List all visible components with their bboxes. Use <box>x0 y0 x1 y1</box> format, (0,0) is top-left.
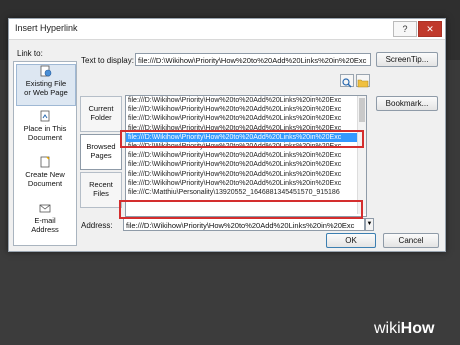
list-item[interactable]: file:///D:\Wikihow\Priority\How%20to%20A… <box>126 96 366 105</box>
list-item[interactable]: file:///D:\Wikihow\Priority\How%20to%20A… <box>126 160 366 169</box>
document-anchor-icon <box>40 110 50 122</box>
list-item[interactable]: file:///D:\Wikihow\Priority\How%20to%20A… <box>126 124 366 133</box>
list-item-selected[interactable]: file:///D:\Wikihow\Priority\How%20to%20A… <box>126 132 366 142</box>
link-existing-file[interactable]: Existing File or Web Page <box>16 64 76 106</box>
cancel-button[interactable]: Cancel <box>383 233 439 248</box>
link-create-line2: Document <box>27 179 63 188</box>
chevron-down-icon: ▼ <box>366 221 373 227</box>
ok-button[interactable]: OK <box>326 233 376 248</box>
address-input[interactable]: file:///D:\Wikihow\Priority\How%20to%20A… <box>123 218 365 231</box>
link-place-in-document[interactable]: Place in This Document <box>16 110 74 148</box>
browsed-pages-list[interactable]: file:///D:\Wikihow\Priority\How%20to%20A… <box>125 95 367 217</box>
link-create-new-document[interactable]: Create New Document <box>16 156 74 194</box>
link-existing-file-line2: or Web Page <box>24 88 68 97</box>
browsed-pages-line2: Pages <box>90 151 112 160</box>
link-place-line2: Document <box>27 133 63 142</box>
recent-files-button[interactable]: Recent Files <box>80 172 122 208</box>
dialog-titlebar: Insert Hyperlink ? ✕ <box>9 19 445 40</box>
link-to-sidebar: Existing File or Web Page Place in This … <box>13 61 77 246</box>
list-item[interactable]: file:///C:\Matthiu\Personality\13920552_… <box>126 188 366 197</box>
globe-page-icon <box>40 65 52 77</box>
list-scrollbar[interactable] <box>357 96 366 214</box>
link-to-label: Link to: <box>17 49 43 58</box>
address-dropdown[interactable]: ▼ <box>365 218 374 231</box>
recent-files-line1: Recent <box>89 180 113 189</box>
list-item[interactable]: file:///D:\Wikihow\Priority\How%20to%20A… <box>126 179 366 188</box>
list-item[interactable]: file:///D:\Wikihow\Priority\How%20to%20A… <box>126 170 366 179</box>
list-item[interactable]: file:///D:\Wikihow\Priority\How%20to%20A… <box>126 142 366 151</box>
bookmark-button[interactable]: Bookmark... <box>376 96 438 111</box>
browse-web-button[interactable] <box>340 74 354 88</box>
dialog-title: Insert Hyperlink <box>15 23 78 33</box>
recent-files-line2: Files <box>93 189 109 198</box>
scrollbar-thumb[interactable] <box>359 98 365 122</box>
browsed-pages-line1: Browsed <box>86 142 116 151</box>
link-existing-file-line1: Existing File <box>25 79 67 88</box>
text-to-display-input[interactable]: file:///D:\Wikihow\Priority\How%20to%20A… <box>135 53 371 66</box>
current-folder-line2: Folder <box>90 113 112 122</box>
link-email-line2: Address <box>31 225 59 234</box>
browsed-pages-button[interactable]: Browsed Pages <box>80 134 122 170</box>
folder-icon <box>357 79 369 88</box>
wikihow-watermark: wikiHow <box>374 320 434 338</box>
current-folder-line1: Current <box>88 104 114 113</box>
screentip-button[interactable]: ScreenTip... <box>376 52 438 67</box>
insert-hyperlink-dialog: Insert Hyperlink ? ✕ Link to: Existing F… <box>8 18 446 252</box>
list-item[interactable]: file:///D:\Wikihow\Priority\How%20to%20A… <box>126 105 366 114</box>
address-label: Address: <box>81 221 113 230</box>
list-item[interactable]: file:///D:\Wikihow\Priority\How%20to%20A… <box>126 114 366 123</box>
list-item[interactable]: file:///D:\Wikihow\Priority\How%20to%20A… <box>126 151 366 160</box>
link-create-line1: Create New <box>25 170 65 179</box>
browse-file-button[interactable] <box>356 74 370 88</box>
close-button[interactable]: ✕ <box>418 21 442 37</box>
search-web-icon <box>342 78 352 88</box>
text-to-display-label: Text to display: <box>81 56 134 65</box>
link-email-address[interactable]: E-mail Address <box>16 202 74 240</box>
help-button[interactable]: ? <box>393 21 417 37</box>
email-icon <box>39 204 51 213</box>
current-folder-button[interactable]: Current Folder <box>80 96 122 132</box>
watermark-how: How <box>400 320 435 337</box>
new-document-icon <box>40 156 50 168</box>
link-place-line1: Place in This <box>23 124 67 133</box>
watermark-wiki: wiki <box>374 320 401 337</box>
link-email-line1: E-mail <box>34 216 56 225</box>
